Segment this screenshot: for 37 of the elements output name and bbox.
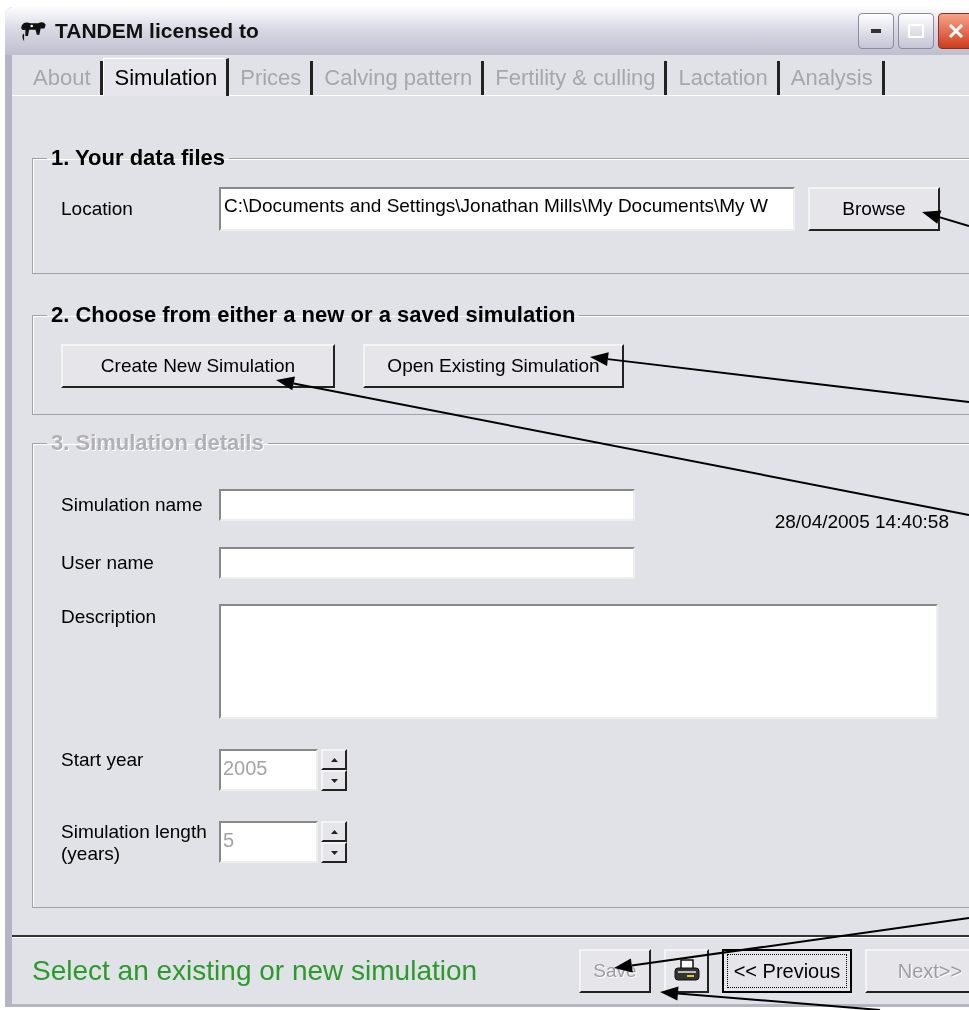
annotation-arrow [922, 210, 969, 227]
field-label: Description [61, 605, 158, 628]
location-field[interactable]: C:\Documents and Settings\Jonathan Mills\My Documents\My W [219, 187, 795, 231]
field-label: Simulation length (years) [61, 821, 208, 865]
open-simulation-button[interactable]: Open Existing Simulation [363, 344, 624, 388]
spin-down-button[interactable] [321, 770, 347, 791]
previous-button[interactable]: << Previous [722, 949, 852, 993]
description-field[interactable] [219, 604, 938, 719]
group-title: 2. Choose from either a new or a saved simulation [50, 303, 577, 327]
spin-down-button[interactable] [321, 842, 347, 863]
group-title: 3. Simulation details [50, 431, 265, 455]
browse-button[interactable]: Browse [808, 187, 940, 231]
close-icon [948, 23, 964, 39]
close-button[interactable] [938, 13, 969, 49]
group-title: 1. Your data files [50, 146, 227, 170]
up-arrow-icon [330, 757, 338, 762]
field-label: User name [61, 551, 155, 574]
minimize-button[interactable] [858, 13, 894, 49]
maximize-icon [908, 24, 924, 38]
field-label: Start year [61, 749, 145, 771]
spin-up-button[interactable] [321, 749, 347, 770]
tab[interactable]: Simulation [102, 58, 230, 96]
create-simulation-button[interactable]: Create New Simulation [61, 344, 335, 388]
print-button[interactable] [664, 949, 709, 993]
spin-up-button[interactable] [321, 821, 347, 842]
window-title: TANDEM licensed to [55, 19, 260, 43]
timestamp: 28/04/2005 14:40:58 [774, 511, 949, 533]
field-label: Simulation name [61, 493, 204, 516]
text-field[interactable] [219, 489, 635, 521]
minimize-icon [871, 29, 881, 33]
printer-icon [673, 959, 700, 983]
down-arrow-icon [330, 850, 338, 855]
status-message: Select an existing or new simulation [32, 955, 479, 987]
location-label: Location [61, 198, 134, 220]
up-arrow-icon [330, 829, 338, 834]
text-field[interactable] [219, 547, 635, 579]
down-arrow-icon [330, 778, 338, 783]
